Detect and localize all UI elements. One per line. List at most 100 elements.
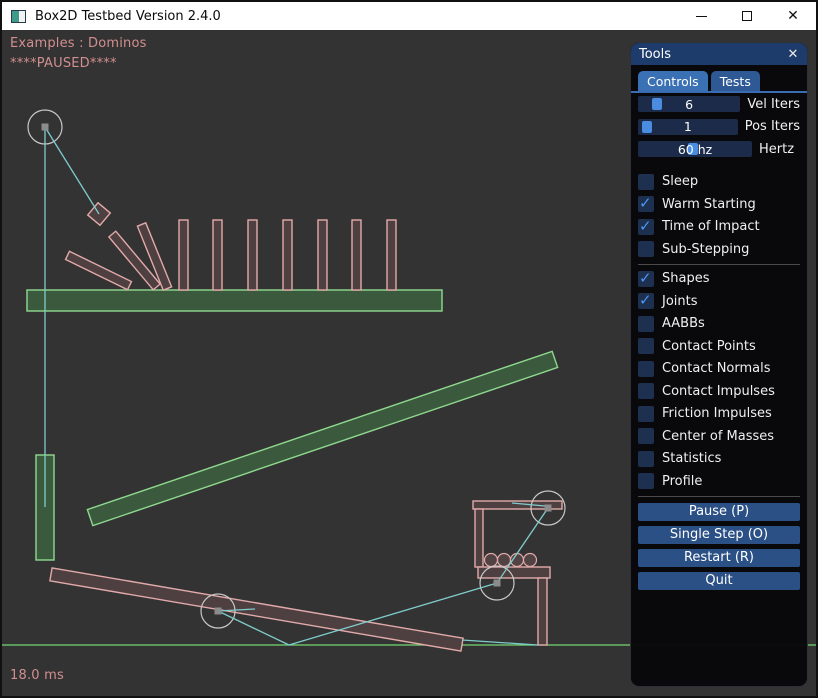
pos-iters-slider[interactable]: 1 — [638, 119, 738, 135]
checkbox-time-of-impact[interactable]: ✓ Time of Impact — [638, 219, 800, 235]
checkbox-contact-normals[interactable]: Contact Normals — [638, 361, 800, 377]
checkbox-statistics[interactable]: Statistics — [638, 451, 800, 467]
checkbox-contact-impulses[interactable]: Contact Impulses — [638, 383, 800, 399]
frame-right-post[interactable] — [538, 578, 547, 645]
fallen-domino-1[interactable] — [66, 251, 132, 289]
shelf-ball-1[interactable] — [485, 554, 498, 567]
long-ramp — [87, 351, 557, 525]
domino-6[interactable] — [352, 220, 361, 290]
hertz-label: Hertz — [759, 142, 794, 157]
checkbox-friction-impulses[interactable]: Friction Impulses — [638, 406, 800, 422]
center-of-masses-label: Center of Masses — [662, 429, 774, 444]
warm-starting-box[interactable]: ✓ — [638, 196, 654, 212]
shelf-ball-4[interactable] — [524, 554, 537, 567]
statistics-box[interactable] — [638, 451, 654, 467]
shapes-label: Shapes — [662, 271, 709, 286]
close-icon: ✕ — [787, 9, 799, 23]
domino-platform — [27, 290, 442, 311]
panel-content: 6 Vel Iters 1 Pos Iters 60 hz Hertz Sleep ✓War… — [638, 96, 800, 595]
shelf-ball-2[interactable] — [498, 554, 511, 567]
checkbox-warm-starting[interactable]: ✓Warm Starting — [638, 196, 800, 212]
profile-box[interactable] — [638, 473, 654, 489]
minimize-icon — [696, 16, 707, 17]
joint-pendulum — [45, 127, 99, 214]
pos-iters-label: Pos Iters — [745, 119, 800, 134]
tools-panel-close-button[interactable]: ✕ — [784, 45, 802, 63]
checkbox-sleep[interactable]: Sleep — [638, 174, 800, 190]
paused-label: ****PAUSED**** — [10, 56, 117, 71]
button-section: Pause (P) Single Step (O) Restart (R) Quit — [638, 503, 800, 590]
anchor-marker-pendulum — [42, 124, 49, 131]
hertz-slider[interactable]: 60 hz — [638, 141, 752, 157]
pause-p-button[interactable]: Pause (P) — [638, 503, 800, 521]
check-icon: ✓ — [639, 269, 652, 287]
vel-iters-label: Vel Iters — [747, 97, 800, 112]
checkbox-contact-points[interactable]: Contact Points — [638, 338, 800, 354]
frame-time-label: 18.0 ms — [10, 668, 64, 683]
tab-controls[interactable]: Controls — [638, 71, 708, 91]
checkbox-sub-stepping[interactable]: Sub-Stepping — [638, 241, 800, 257]
app-icon — [11, 10, 26, 23]
contact-impulses-label: Contact Impulses — [662, 384, 775, 399]
anchor-marker-bottom-pulley — [494, 580, 501, 587]
vel-iters-value: 6 — [638, 96, 740, 112]
sleep-box[interactable] — [638, 174, 654, 190]
contact-points-box[interactable] — [638, 338, 654, 354]
shapes-box[interactable]: ✓ — [638, 271, 654, 287]
contact-impulses-box[interactable] — [638, 383, 654, 399]
frame-left-post[interactable] — [475, 509, 483, 567]
friction-impulses-box[interactable] — [638, 406, 654, 422]
minimize-button[interactable] — [678, 2, 724, 30]
checkbox-profile[interactable]: Profile — [638, 473, 800, 489]
close-window-button[interactable]: ✕ — [770, 2, 816, 30]
domino-5[interactable] — [318, 220, 327, 290]
profile-label: Profile — [662, 474, 702, 489]
slider-section: 6 Vel Iters 1 Pos Iters 60 hz Hertz — [638, 96, 800, 157]
time-of-impact-label: Time of Impact — [662, 219, 760, 234]
center-of-masses-box[interactable] — [638, 428, 654, 444]
pos-iters-value: 1 — [638, 119, 738, 135]
contact-normals-box[interactable] — [638, 361, 654, 377]
contact-points-label: Contact Points — [662, 339, 756, 354]
tools-panel-header[interactable]: Tools ✕ — [631, 43, 807, 65]
domino-1[interactable] — [179, 220, 188, 290]
tools-panel: Tools ✕ ControlsTests 6 Vel Iters 1 Pos Ite… — [630, 42, 808, 687]
restart-r-button[interactable]: Restart (R) — [638, 549, 800, 567]
quit-button[interactable]: Quit — [638, 572, 800, 590]
example-label: Examples : Dominos — [10, 36, 147, 51]
sleep-label: Sleep — [662, 174, 698, 189]
checkbox-shapes[interactable]: ✓ Shapes — [638, 271, 800, 287]
aabbs-box[interactable] — [638, 316, 654, 332]
hertz-value: 60 hz — [638, 141, 752, 157]
checkbox-center-of-masses[interactable]: Center of Masses — [638, 428, 800, 444]
domino-3[interactable] — [248, 220, 257, 290]
anchor-marker-top-pulley — [545, 505, 552, 512]
domino-2[interactable] — [213, 220, 222, 290]
checkbox-aabbs[interactable]: AABBs — [638, 316, 800, 332]
sub-stepping-box[interactable] — [638, 241, 654, 257]
maximize-icon — [742, 11, 752, 21]
tools-panel-title: Tools — [639, 47, 671, 62]
anchor-marker-seesaw — [215, 608, 222, 615]
sub-stepping-label: Sub-Stepping — [662, 242, 749, 257]
contact-normals-label: Contact Normals — [662, 361, 771, 376]
window-title: Box2D Testbed Version 2.4.0 — [35, 9, 221, 24]
time-of-impact-box[interactable]: ✓ — [638, 219, 654, 235]
separator — [638, 496, 800, 497]
tab-tests[interactable]: Tests — [711, 71, 760, 91]
domino-7[interactable] — [387, 220, 396, 290]
joints-box[interactable]: ✓ — [638, 293, 654, 309]
domino-4[interactable] — [283, 220, 292, 290]
vel-iters-slider-row: 6 Vel Iters — [638, 96, 800, 112]
vel-iters-slider[interactable]: 6 — [638, 96, 740, 112]
checkbox-section: Sleep✓Warm Starting✓Time of ImpactSub-St… — [638, 174, 800, 497]
checkbox-joints[interactable]: ✓Joints — [638, 293, 800, 309]
app-window: Box2D Testbed Version 2.4.0 ✕ Examples :… — [0, 0, 818, 698]
check-icon: ✓ — [639, 291, 652, 309]
single-step-o-button[interactable]: Single Step (O) — [638, 526, 800, 544]
check-icon: ✓ — [639, 217, 652, 235]
maximize-button[interactable] — [724, 2, 770, 30]
hertz-slider-row: 60 hz Hertz — [638, 141, 800, 157]
check-icon: ✓ — [639, 194, 652, 212]
seesaw-plank[interactable] — [50, 568, 463, 651]
